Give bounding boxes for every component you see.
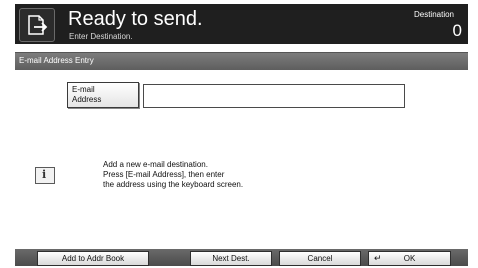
status-header: Ready to send. Enter Destination. Destin…: [15, 4, 468, 44]
screen-title: E-mail Address Entry: [19, 56, 94, 65]
next-dest-button[interactable]: Next Dest.: [190, 251, 272, 266]
info-line: Add a new e-mail destination.: [103, 160, 208, 169]
destination-label: Destination: [413, 10, 454, 19]
status-subtitle: Enter Destination.: [69, 32, 133, 41]
cancel-button[interactable]: Cancel: [279, 251, 361, 266]
info-line: Press [E-mail Address], then enter: [103, 170, 225, 179]
email-address-button-label: E-mail Address: [72, 85, 102, 104]
destination-count: 0: [452, 21, 462, 40]
screen-title-bar: E-mail Address Entry: [15, 52, 468, 70]
info-message: Add a new e-mail destination. Press [E-m…: [103, 160, 243, 190]
add-to-addr-book-button[interactable]: Add to Addr Book: [37, 251, 149, 266]
info-line: the address using the keyboard screen.: [103, 180, 244, 189]
email-address-field[interactable]: [143, 84, 405, 108]
email-address-button[interactable]: E-mail Address: [67, 82, 139, 108]
status-title: Ready to send.: [68, 8, 203, 30]
ok-button[interactable]: ↵ OK: [368, 251, 451, 266]
bottom-action-bar: Add to Addr Book Next Dest. Cancel ↵ OK: [15, 249, 468, 266]
info-icon: i: [35, 167, 55, 184]
ok-button-label: OK: [403, 254, 416, 263]
device-panel: Ready to send. Enter Destination. Destin…: [15, 4, 468, 266]
send-icon: [19, 8, 55, 42]
